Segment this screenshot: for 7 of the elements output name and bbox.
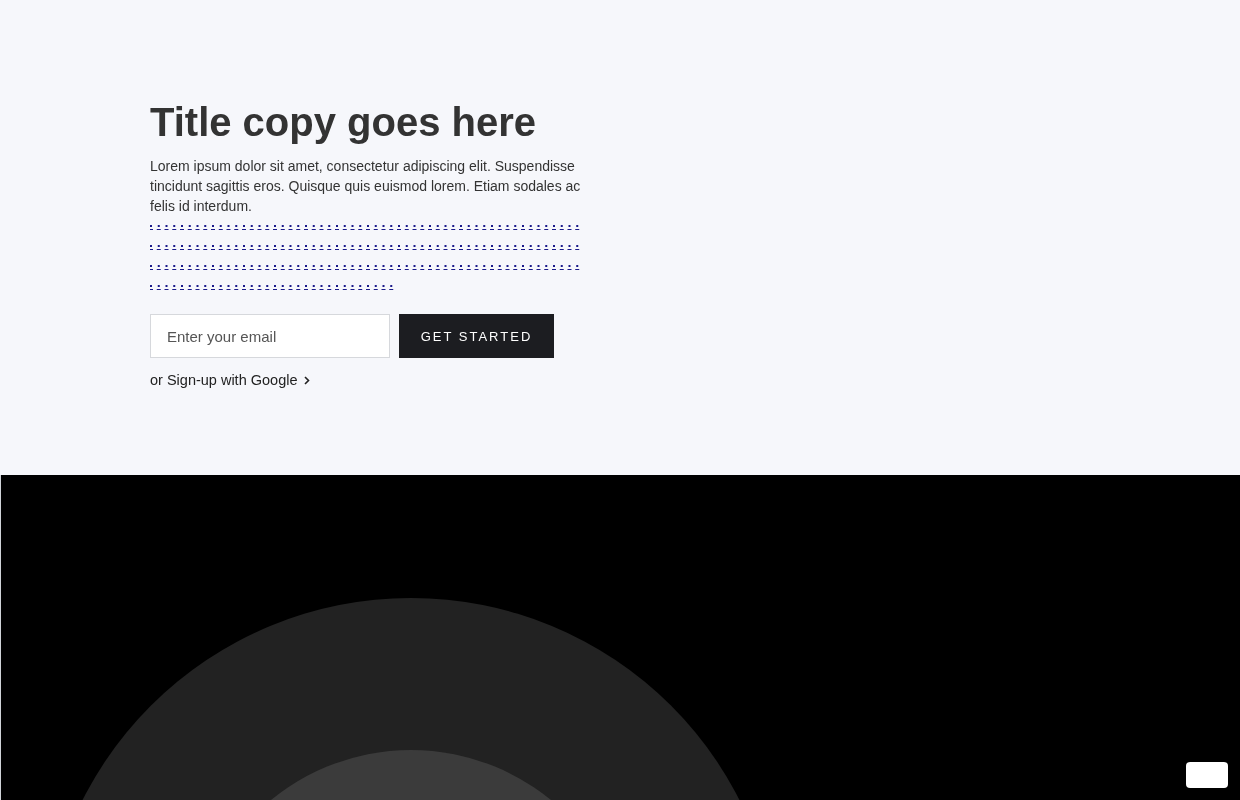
floating-button[interactable]: [1186, 762, 1228, 788]
email-field[interactable]: Enter your email: [150, 314, 390, 358]
get-started-button[interactable]: GET STARTED: [399, 314, 554, 358]
google-signup-link[interactable]: or Sign-up with Google: [150, 372, 310, 388]
hero-title: Title copy goes here: [150, 99, 538, 146]
chevron-right-icon: [303, 375, 310, 385]
hero-description: Lorem ipsum dolor sit amet, consectetur adipiscing elit. Suspendisse tincidunt sagittis eros. Quisque quis euismod lorem. Etiam sodales ac felis id interdum.: [150, 157, 582, 216]
